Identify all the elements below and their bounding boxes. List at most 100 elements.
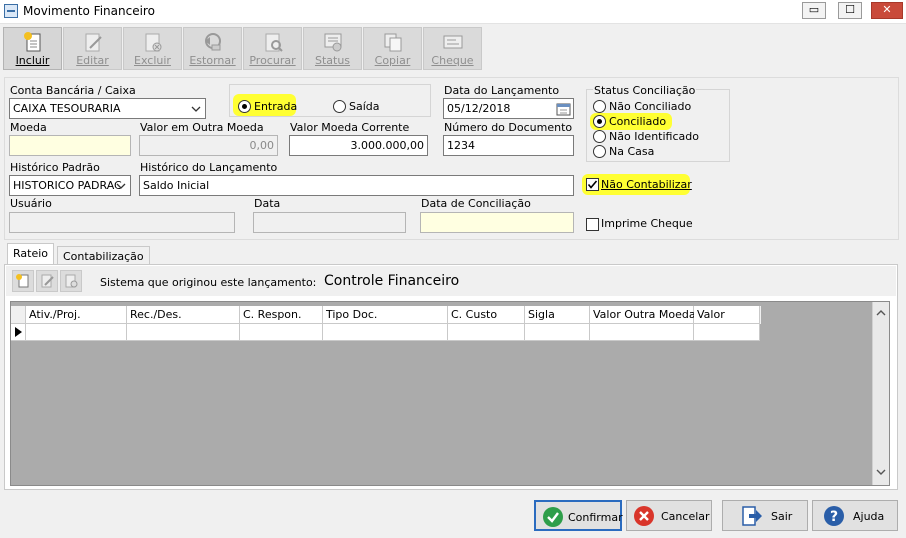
edit-document-icon	[85, 33, 102, 52]
procurar-label: Procurar	[249, 54, 296, 67]
na-casa-label: Na Casa	[609, 145, 655, 158]
editar-button[interactable]: Editar	[63, 27, 122, 70]
new-document-icon	[24, 32, 41, 52]
row-indicator	[11, 324, 26, 341]
col-valor-outra-moeda[interactable]: Valor Outra Moeda	[590, 306, 696, 324]
rateio-edit-button[interactable]	[36, 270, 58, 292]
valor-moeda-corrente-field[interactable]: 3.000.000,00	[289, 135, 428, 156]
conta-label: Conta Bancária / Caixa	[10, 84, 136, 97]
col-rec-des[interactable]: Rec./Des.	[127, 306, 240, 324]
vertical-scrollbar[interactable]	[872, 302, 889, 485]
excluir-button[interactable]: Excluir	[123, 27, 182, 70]
confirmar-button[interactable]: Confirmar	[534, 500, 623, 531]
cell-tipo-doc[interactable]	[323, 324, 448, 341]
cancel-icon	[634, 506, 654, 526]
cancelar-button[interactable]: Cancelar	[626, 500, 712, 531]
entrada-radio[interactable]	[238, 100, 251, 113]
rateio-add-button[interactable]	[12, 270, 34, 292]
valor-outra-moeda-field[interactable]: 0,00	[139, 135, 278, 156]
rateio-grid[interactable]: Ativ./Proj. Rec./Des. C. Respon. Tipo Do…	[10, 301, 890, 486]
saida-radio[interactable]	[333, 100, 346, 113]
confirmar-label: Confirmar	[568, 511, 623, 524]
conta-select[interactable]: CAIXA TESOURARIA	[9, 98, 206, 119]
current-row-icon	[15, 327, 22, 337]
tab-contabilizacao[interactable]: Contabilização	[57, 246, 150, 266]
usuario-field[interactable]	[9, 212, 235, 233]
title-bar: Movimento Financeiro ▭ ☐ ✕	[0, 0, 906, 24]
cheque-button[interactable]: Cheque	[423, 27, 482, 70]
sistema-label: Sistema que originou este lançamento:	[100, 276, 317, 289]
minimize-button[interactable]: ▭	[802, 2, 826, 19]
checkmark-icon	[587, 180, 598, 189]
search-document-icon	[265, 33, 283, 52]
status-icon	[324, 33, 342, 52]
historico-lancamento-field[interactable]: Saldo Inicial	[139, 175, 574, 196]
conciliado-label: Conciliado	[609, 115, 667, 128]
data-field[interactable]	[253, 212, 406, 233]
nao-contabilizar-label: Não Contabilizar	[601, 178, 692, 191]
window-title: Movimento Financeiro	[23, 4, 155, 18]
cell-rec-des[interactable]	[127, 324, 240, 341]
valor-outra-moeda-label: Valor em Outra Moeda	[140, 121, 264, 134]
status-group-label: Status Conciliação	[593, 84, 697, 97]
ajuda-label: Ajuda	[853, 510, 885, 523]
rateio-delete-button[interactable]	[60, 270, 82, 292]
reverse-icon	[205, 33, 221, 51]
status-button[interactable]: Status	[303, 27, 362, 70]
copiar-label: Copiar	[374, 54, 411, 67]
imprime-cheque-label: Imprime Cheque	[601, 217, 693, 230]
grid-header: Ativ./Proj. Rec./Des. C. Respon. Tipo Do…	[11, 306, 761, 324]
col-ativ-proj[interactable]: Ativ./Proj.	[26, 306, 127, 324]
col-valor[interactable]: Valor	[694, 306, 760, 324]
svg-text:?: ?	[830, 509, 838, 525]
cell-valor-outra-moeda[interactable]	[590, 324, 694, 341]
maximize-button[interactable]: ☐	[838, 2, 862, 19]
cell-c-respon[interactable]	[240, 324, 323, 341]
nao-contabilizar-checkbox[interactable]	[586, 178, 599, 191]
check-circle-icon	[543, 507, 563, 527]
entrada-label: Entrada	[254, 100, 298, 113]
help-icon: ?	[824, 506, 844, 526]
cell-sigla[interactable]	[525, 324, 590, 341]
nao-identificado-radio[interactable]	[593, 130, 606, 143]
col-c-respon[interactable]: C. Respon.	[240, 306, 323, 324]
copiar-button[interactable]: Copiar	[363, 27, 422, 70]
historico-padrao-select[interactable]: HISTORICO PADRAC	[9, 175, 131, 196]
usuario-label: Usuário	[10, 197, 52, 210]
moeda-field[interactable]	[9, 135, 131, 156]
calendar-icon[interactable]	[556, 102, 571, 116]
excluir-label: Excluir	[134, 54, 171, 67]
cell-ativ-proj[interactable]	[26, 324, 127, 341]
scroll-down-icon[interactable]	[876, 468, 886, 476]
scroll-up-icon[interactable]	[876, 309, 886, 317]
conciliado-radio[interactable]	[593, 115, 606, 128]
imprime-cheque-checkbox[interactable]	[586, 218, 599, 231]
ajuda-button[interactable]: ? Ajuda	[812, 500, 898, 531]
delete-icon	[65, 274, 78, 288]
exit-icon	[742, 506, 762, 526]
delete-document-icon	[145, 33, 162, 52]
moeda-label: Moeda	[10, 121, 47, 134]
close-button[interactable]: ✕	[871, 2, 903, 19]
cheque-label: Cheque	[431, 54, 474, 67]
incluir-button[interactable]: Incluir	[3, 27, 62, 70]
col-tipo-doc[interactable]: Tipo Doc.	[323, 306, 448, 324]
numero-documento-label: Número do Documento	[444, 121, 573, 134]
incluir-label: Incluir	[15, 54, 50, 67]
sair-button[interactable]: Sair	[722, 500, 808, 531]
na-casa-radio[interactable]	[593, 145, 606, 158]
col-sigla[interactable]: Sigla	[525, 306, 590, 324]
conta-value: CAIXA TESOURARIA	[13, 102, 121, 115]
tab-rateio[interactable]: Rateio	[7, 243, 55, 265]
data-conciliacao-field[interactable]	[420, 212, 574, 233]
estornar-button[interactable]: Estornar	[183, 27, 242, 70]
cell-c-custo[interactable]	[448, 324, 525, 341]
table-row[interactable]	[11, 324, 761, 341]
procurar-button[interactable]: Procurar	[243, 27, 302, 70]
numero-documento-field[interactable]: 1234	[443, 135, 574, 156]
cell-valor[interactable]	[694, 324, 760, 341]
nao-conciliado-radio[interactable]	[593, 100, 606, 113]
col-c-custo[interactable]: C. Custo	[448, 306, 525, 324]
cheque-icon	[443, 35, 463, 49]
data-lancamento-field[interactable]: 05/12/2018	[443, 98, 574, 119]
